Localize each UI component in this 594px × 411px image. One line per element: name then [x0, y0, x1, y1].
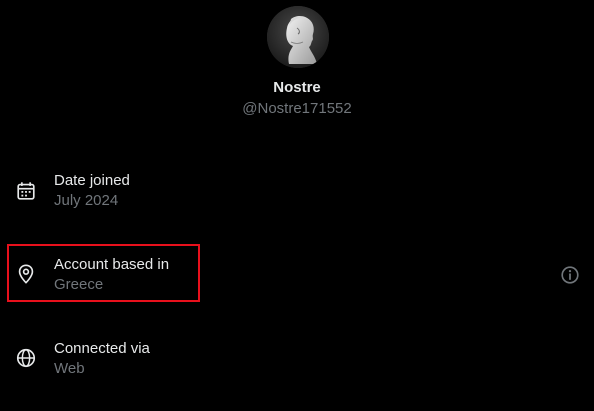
connected-via-row: Connected via Web [0, 336, 594, 396]
date-joined-value: July 2024 [54, 192, 119, 209]
globe-icon [15, 347, 37, 369]
bust-portrait-image [267, 6, 329, 68]
date-joined-label: Date joined [54, 172, 130, 189]
connected-via-label: Connected via [54, 340, 150, 357]
highlight-box [7, 244, 200, 302]
avatar[interactable] [267, 6, 329, 68]
info-icon [561, 266, 579, 284]
display-name: Nostre [273, 79, 321, 96]
date-joined-row: Date joined July 2024 [0, 168, 594, 228]
calendar-icon [15, 180, 37, 202]
username-handle: @Nostre171552 [242, 100, 352, 117]
info-button[interactable] [559, 264, 581, 286]
connected-via-value: Web [54, 360, 85, 377]
